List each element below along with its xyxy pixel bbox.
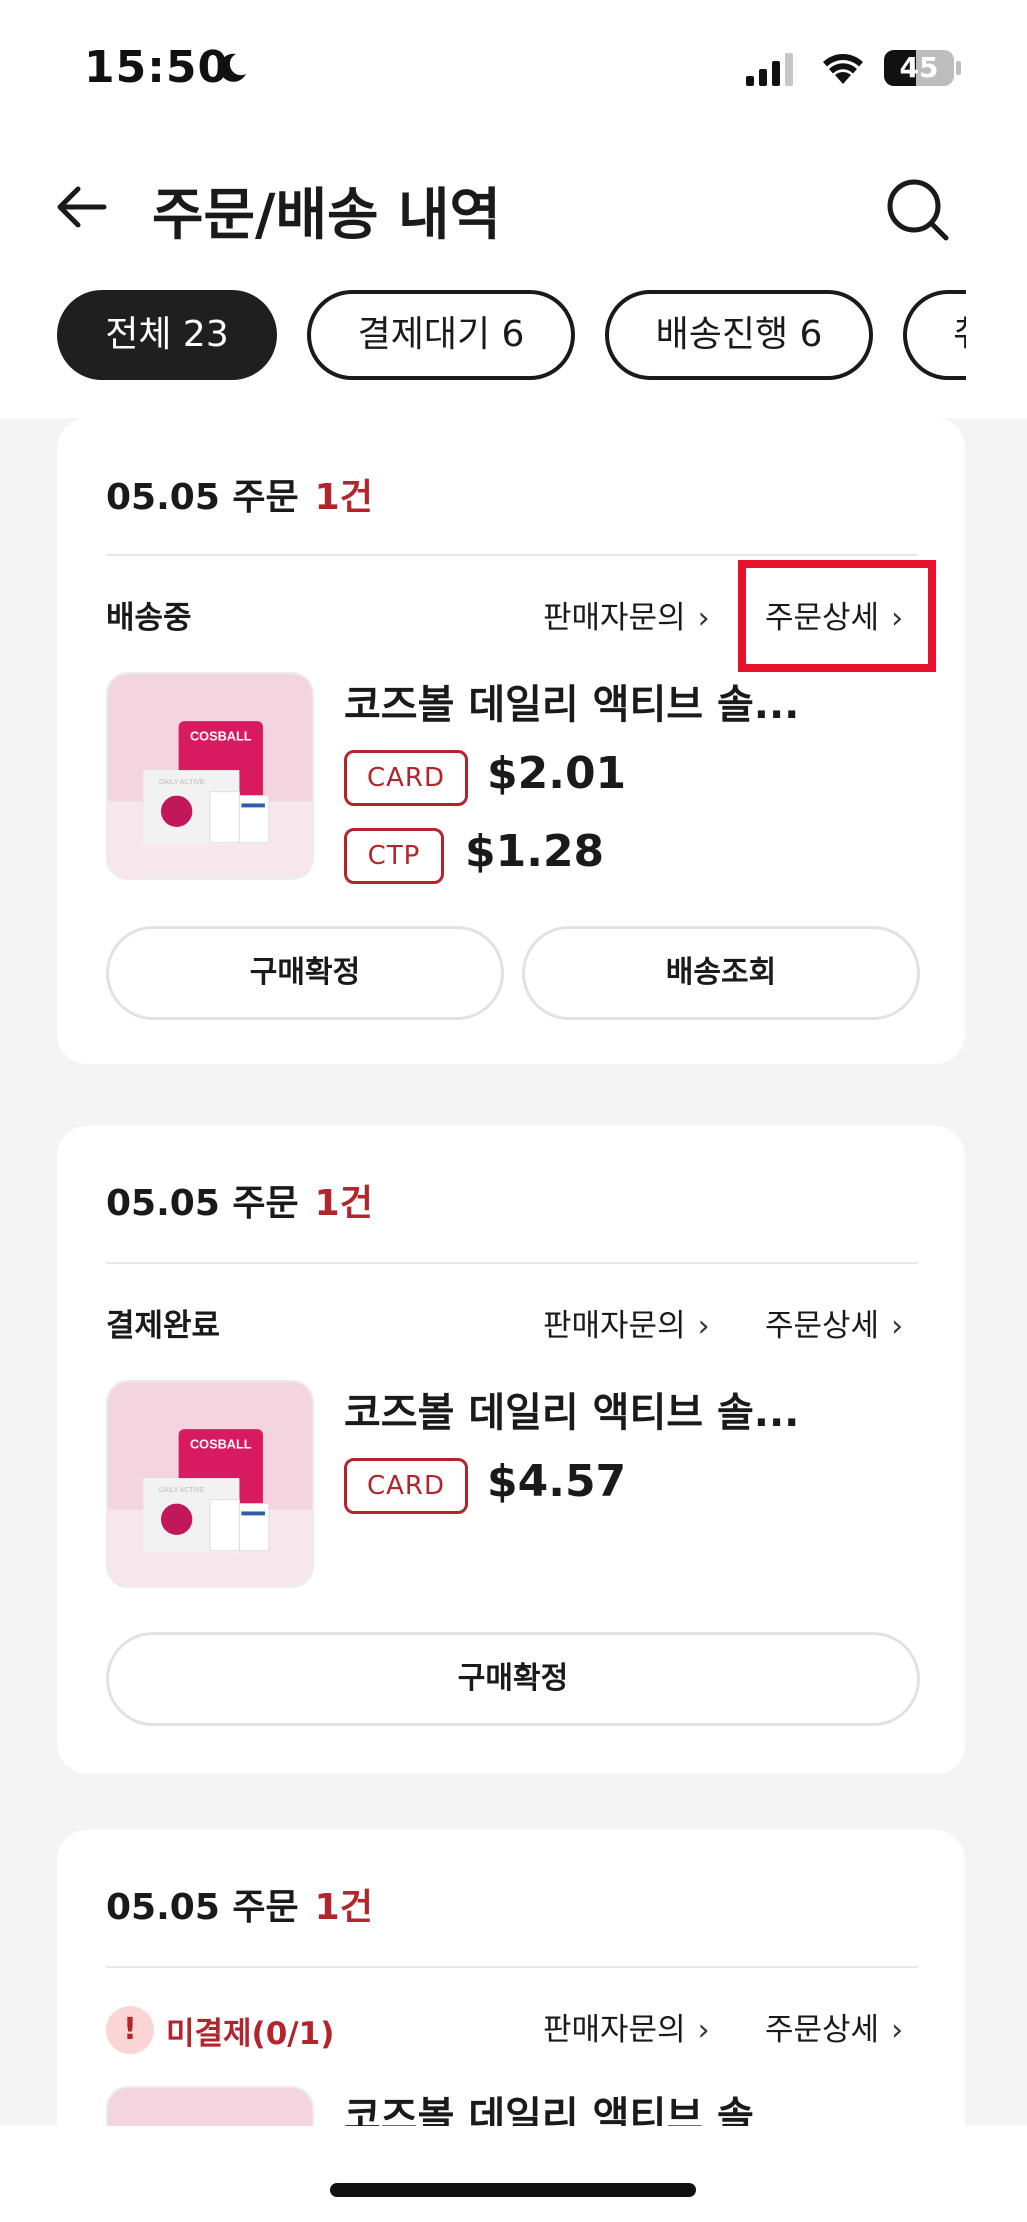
order-count: 1건 — [314, 1887, 373, 1928]
battery-level: 45 — [899, 51, 939, 84]
order-date: 05.05 주문 — [106, 1183, 299, 1224]
product-thumbnail[interactable]: COSBALL DAILY ACTIVE — [106, 1380, 314, 1588]
highlight-box — [738, 560, 936, 672]
tab-shipping[interactable]: 배송진행 6 — [605, 290, 873, 380]
order-date-row: 05.05 주문 1건 — [106, 468, 373, 520]
chevron-right-icon: › — [891, 1309, 904, 1344]
order-card: 05.05 주문 1건 배송중 판매자문의 › 주문상세 › COSBALL DAIL… — [57, 418, 965, 1064]
order-date: 05.05 주문 — [106, 477, 299, 518]
order-count: 1건 — [314, 477, 373, 518]
order-count: 1건 — [314, 1183, 373, 1224]
page-title: 주문/배송 내역 — [152, 183, 502, 248]
seller-inquiry-label: 판매자문의 — [543, 600, 686, 636]
home-indicator[interactable] — [330, 2183, 696, 2197]
confirm-purchase-button[interactable]: 구매확정 — [106, 1632, 920, 1726]
tab-pending-payment[interactable]: 결제대기 6 — [307, 290, 575, 380]
track-shipping-button[interactable]: 배송조회 — [522, 926, 920, 1020]
order-card: 05.05 주문 1건 결제완료 판매자문의 › 주문상세 › COSBALL DAI… — [57, 1126, 965, 1774]
moon-icon — [219, 53, 246, 82]
tab-all[interactable]: 전체 23 — [57, 290, 277, 380]
seller-inquiry-link[interactable]: 판매자문의 › — [543, 1300, 710, 1345]
status-time: 15:50 — [84, 42, 230, 93]
confirm-purchase-button[interactable]: 구매확정 — [106, 926, 504, 1020]
chevron-right-icon: › — [697, 1309, 710, 1344]
order-detail-label: 주문상세 — [765, 2012, 880, 2048]
product-image: COSBALL DAILY ACTIVE — [108, 1382, 312, 1586]
payment-method-badge: CARD — [344, 1458, 468, 1514]
product-thumbnail[interactable]: COSBALL DAILY ACTIVE — [106, 672, 314, 880]
filter-tabs: 전체 23 결제대기 6 배송진행 6 취 — [0, 290, 966, 382]
arrow-left-icon[interactable] — [54, 180, 108, 234]
order-detail-link[interactable]: 주문상세 › — [765, 1300, 903, 1345]
seller-inquiry-link[interactable]: 판매자문의 › — [543, 2004, 710, 2049]
order-detail-label: 주문상세 — [765, 1308, 880, 1344]
product-line: DAILY ACTIVE — [159, 779, 205, 786]
order-status: 미결제(0/1) — [166, 2016, 335, 2052]
chevron-right-icon: › — [697, 2013, 710, 2048]
signal-icon — [746, 53, 793, 86]
product-image: COSBALL DAILY ACTIVE — [108, 674, 312, 878]
order-date-row: 05.05 주문 1건 — [106, 1878, 373, 1930]
seller-inquiry-label: 판매자문의 — [543, 2012, 686, 2048]
tab-cancel[interactable]: 취 — [903, 290, 966, 380]
product-line: DAILY ACTIVE — [159, 1487, 205, 1494]
product-brand: COSBALL — [190, 1437, 252, 1452]
battery-indicator: 45 — [884, 50, 954, 86]
product-name[interactable]: 코즈볼 데일리 액티브 솔... — [344, 1380, 799, 1438]
divider — [106, 1262, 918, 1264]
seller-inquiry-link[interactable]: 판매자문의 › — [543, 592, 710, 637]
alert-icon: ! — [106, 2006, 154, 2054]
order-detail-link[interactable]: 주문상세 › — [765, 2004, 903, 2049]
divider — [106, 1966, 918, 1968]
wifi-icon — [823, 54, 863, 84]
price: $2.01 — [487, 748, 627, 799]
seller-inquiry-label: 판매자문의 — [543, 1308, 686, 1344]
product-brand: COSBALL — [190, 729, 252, 744]
search-icon[interactable] — [884, 176, 950, 242]
order-date: 05.05 주문 — [106, 1887, 299, 1928]
chevron-right-icon: › — [891, 2013, 904, 2048]
bottom-safe-area — [0, 2126, 1027, 2222]
chevron-right-icon: › — [697, 601, 710, 636]
product-name[interactable]: 코즈볼 데일리 액티브 솔... — [344, 672, 799, 730]
order-status: 결제완료 — [106, 1308, 221, 1344]
payment-method-badge: CARD — [344, 750, 468, 806]
price: $1.28 — [465, 826, 605, 877]
battery-tip — [956, 61, 961, 75]
payment-method-badge: CTP — [344, 828, 444, 884]
order-status: 배송중 — [106, 600, 192, 636]
price: $4.57 — [487, 1456, 627, 1507]
divider — [106, 554, 918, 556]
order-date-row: 05.05 주문 1건 — [106, 1174, 373, 1226]
